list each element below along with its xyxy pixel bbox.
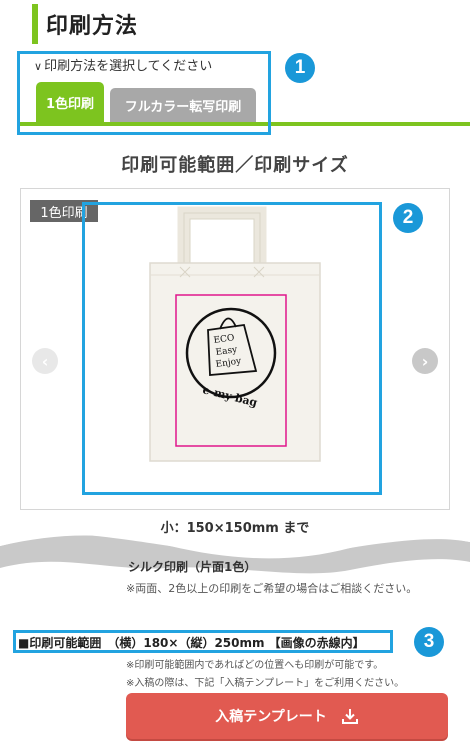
silk-print-title: シルク印刷（片面1色） (128, 560, 257, 574)
annotation-box-1 (17, 51, 271, 135)
print-range-heading: 印刷可能範囲／印刷サイズ (121, 155, 349, 176)
title-accent-bar (32, 4, 38, 44)
carousel-prev-button[interactable]: ‹ (32, 348, 58, 374)
submission-template-button[interactable]: 入稿テンプレート (126, 693, 448, 739)
carousel-next-button[interactable]: › (412, 348, 438, 374)
annotation-badge-1: 1 (285, 53, 315, 83)
annotation-box-2 (82, 202, 382, 495)
silk-print-note: ※両面、2色以上の印刷をご希望の場合はご相談ください。 (126, 582, 418, 595)
annotation-box-3 (13, 630, 393, 653)
chevron-right-icon: › (421, 351, 429, 371)
template-button-label: 入稿テンプレート (215, 709, 327, 725)
template-note: ※入稿の際は、下記「入稿テンプレート」をご利用ください。 (126, 678, 405, 689)
chevron-left-icon: ‹ (41, 351, 49, 371)
annotation-badge-2: 2 (393, 203, 423, 233)
print-range-note: ※印刷可能範囲内であればどの位置へも印刷が可能です。 (126, 660, 384, 671)
annotation-badge-3: 3 (414, 627, 444, 657)
page-title: 印刷方法 (46, 14, 139, 39)
download-icon (341, 709, 358, 724)
